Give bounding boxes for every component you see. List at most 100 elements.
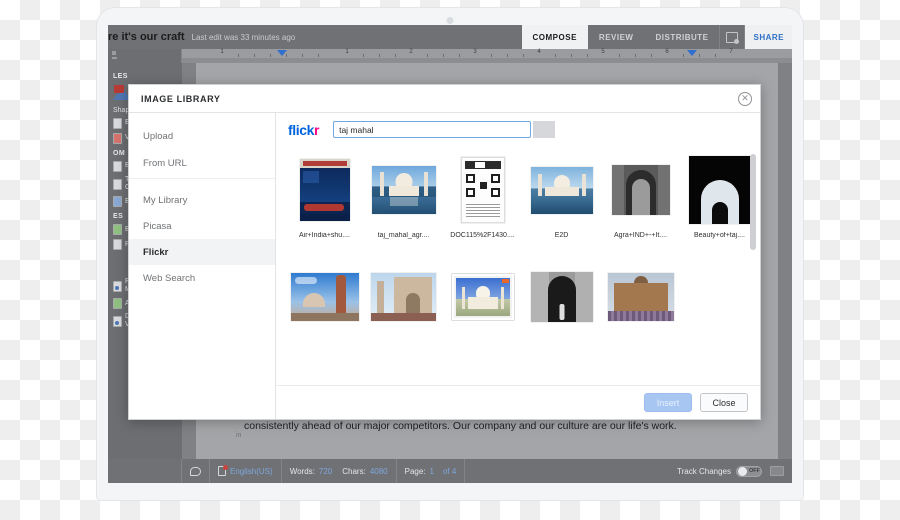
search-bar: flickr — [276, 113, 760, 146]
result-item[interactable]: Agra+IND+-+It.... — [602, 154, 679, 239]
close-circle-icon[interactable]: ✕ — [738, 92, 752, 106]
ruler-tick-label: 7 — [729, 49, 732, 55]
spellcheck-icon — [218, 466, 226, 476]
result-thumbnail — [531, 272, 593, 322]
data-icon — [113, 316, 122, 327]
insert-button[interactable]: Insert — [644, 393, 692, 412]
search-icon[interactable] — [533, 121, 555, 138]
result-item[interactable]: Air+India+shu.... — [286, 154, 363, 239]
media-icon — [113, 196, 122, 207]
dialog-footer: Insert Close — [276, 385, 760, 419]
page-total: of 4 — [443, 467, 456, 476]
image-icon — [113, 133, 122, 144]
language-indicator[interactable]: English(US) — [210, 459, 282, 483]
ruler: 1 1 2 3 4 5 6 7 — [108, 49, 792, 63]
result-item[interactable] — [286, 261, 363, 339]
list-icon — [113, 118, 122, 129]
tab-review[interactable]: REVIEW — [588, 25, 645, 49]
result-item[interactable] — [602, 261, 679, 339]
result-thumbnail — [689, 156, 751, 224]
scrollbar-thumb[interactable] — [750, 154, 756, 250]
dialog-body: Upload From URL My Library Picasa Flickr… — [129, 113, 760, 419]
flickr-logo-first: flick — [288, 122, 314, 138]
result-item[interactable] — [444, 261, 521, 339]
result-item[interactable]: Beauty+of+taj.... — [681, 154, 758, 239]
result-item[interactable]: DOC115%2F1430.... — [444, 154, 521, 239]
tab-compose[interactable]: COMPOSE — [522, 25, 588, 49]
word-count: Words: 720 Chars: 4080 — [282, 459, 397, 483]
ruler-corner — [108, 49, 182, 63]
result-thumbnail — [372, 166, 436, 214]
result-thumbnail — [452, 274, 514, 320]
comment-icon — [190, 467, 201, 476]
page-label: Page: — [405, 467, 426, 476]
ruler-tick-label: 1 — [345, 49, 348, 55]
doc-icon — [113, 224, 122, 235]
dialog-title: IMAGE LIBRARY — [141, 94, 220, 104]
language-label: English(US) — [230, 467, 273, 476]
result-item[interactable]: E2D — [523, 154, 600, 239]
last-edit-status: Last edit was 33 minutes ago — [192, 33, 296, 42]
margin-marker: in — [236, 432, 241, 439]
chars-label: Chars: — [342, 467, 366, 476]
page-icon — [113, 179, 122, 190]
result-caption: E2D — [555, 232, 569, 239]
words-value: 720 — [319, 467, 332, 476]
results-scrollbar[interactable] — [752, 150, 758, 381]
results-row-2 — [286, 261, 760, 339]
indent-marker-left[interactable] — [277, 50, 287, 56]
panel-heading-styles: LES — [113, 73, 179, 80]
document-title: re it's our craft — [108, 31, 185, 43]
result-item[interactable] — [523, 261, 600, 339]
ruler-tick-label: 1 — [220, 49, 223, 55]
sidebar-item-from-url[interactable]: From URL — [129, 149, 275, 179]
search-input[interactable] — [333, 121, 531, 138]
dialog-titlebar: IMAGE LIBRARY ✕ — [129, 85, 760, 113]
page-indicator[interactable]: Page: 1 of 4 — [397, 459, 466, 483]
page-icon — [113, 161, 122, 172]
dialog-content: flickr Air+India+shu.... taj_mahal_agr..… — [276, 113, 760, 419]
flickr-logo: flickr — [288, 122, 319, 138]
sidebar-item-upload[interactable]: Upload — [129, 123, 275, 149]
sidebar-item-flickr[interactable]: Flickr — [129, 239, 275, 265]
comments-button[interactable] — [182, 459, 210, 483]
result-caption: taj_mahal_agr.... — [378, 232, 430, 239]
share-button[interactable]: SHARE — [745, 25, 792, 49]
header-tabs: COMPOSE REVIEW DISTRIBUTE SHARE — [522, 25, 792, 49]
sidebar-item-picasa[interactable]: Picasa — [129, 213, 275, 239]
ruler-tick-label: 5 — [601, 49, 604, 55]
profile-icon — [113, 281, 122, 292]
dialog-sidebar: Upload From URL My Library Picasa Flickr… — [129, 113, 276, 419]
chars-value: 4080 — [370, 467, 388, 476]
result-item[interactable] — [365, 261, 442, 339]
result-thumbnail — [531, 167, 593, 214]
result-caption: Air+India+shu.... — [299, 232, 350, 239]
results-row-1: Air+India+shu.... taj_mahal_agr.... DOC1… — [286, 154, 760, 239]
page-value: 1 — [430, 467, 434, 476]
track-changes-toggle[interactable]: OFF — [736, 466, 762, 477]
sidebar-item-web-search[interactable]: Web Search — [129, 265, 275, 291]
status-bar: English(US) Words: 720 Chars: 4080 Page:… — [108, 459, 792, 483]
sidebar-item-my-library[interactable]: My Library — [129, 187, 275, 213]
words-label: Words: — [290, 467, 315, 476]
tab-distribute[interactable]: DISTRIBUTE — [644, 25, 719, 49]
notification-icon[interactable] — [719, 25, 745, 49]
ruler-scale[interactable]: 1 1 2 3 4 5 6 7 — [182, 49, 792, 63]
ruler-tick-label: 3 — [473, 49, 476, 55]
ruler-tick-label: 2 — [409, 49, 412, 55]
close-button[interactable]: Close — [700, 393, 748, 412]
track-changes-control[interactable]: Track Changes OFF — [669, 466, 770, 477]
track-changes-state: OFF — [749, 468, 760, 474]
keyboard-icon[interactable] — [770, 466, 784, 476]
result-caption: Beauty+of+taj.... — [694, 232, 745, 239]
ruler-tick-label: 6 — [665, 49, 668, 55]
track-changes-label: Track Changes — [677, 467, 731, 476]
result-item[interactable]: taj_mahal_agr.... — [365, 154, 442, 239]
result-thumbnail — [371, 273, 436, 321]
image-library-dialog: IMAGE LIBRARY ✕ Upload From URL My Libra… — [128, 84, 761, 420]
indent-marker-right[interactable] — [687, 50, 697, 56]
device-camera — [447, 17, 454, 24]
result-thumbnail — [612, 165, 670, 215]
result-caption: Agra+IND+-+It.... — [614, 232, 667, 239]
result-caption: DOC115%2F1430.... — [450, 232, 514, 239]
